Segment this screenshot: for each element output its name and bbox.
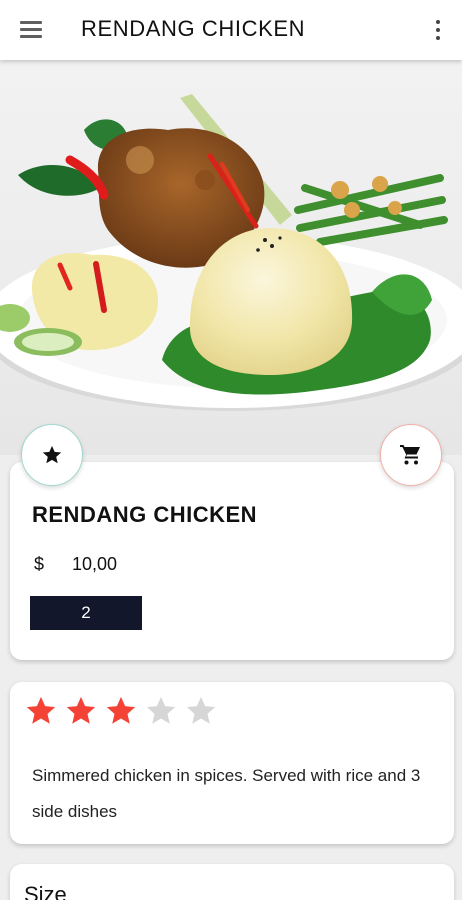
star-filled-icon[interactable] xyxy=(24,694,58,728)
size-label: Size xyxy=(24,882,67,900)
shopping-cart-icon xyxy=(400,445,420,465)
currency-symbol: $ xyxy=(34,554,45,574)
product-description: Simmered chicken in spices. Served with … xyxy=(32,766,421,821)
add-to-cart-button[interactable] xyxy=(380,424,442,486)
product-card: RENDANG CHICKEN $ 10,00 2 xyxy=(10,462,454,660)
star-empty-icon[interactable] xyxy=(184,694,218,728)
star-filled-icon[interactable] xyxy=(64,694,98,728)
page-title: RENDANG CHICKEN xyxy=(81,16,306,41)
more-vertical-icon[interactable] xyxy=(428,16,448,44)
quantity-selector[interactable]: 2 xyxy=(30,596,142,630)
product-image xyxy=(0,60,462,455)
star-icon xyxy=(42,445,62,464)
star-empty-icon[interactable] xyxy=(144,694,178,728)
star-filled-icon[interactable] xyxy=(104,694,138,728)
app-bar: RENDANG CHICKEN xyxy=(0,0,462,60)
size-card: Size xyxy=(10,864,454,900)
favorite-button[interactable] xyxy=(21,424,83,486)
price-value: 10,00 xyxy=(72,554,118,574)
description-card: Simmered chicken in spices. Served with … xyxy=(10,682,454,844)
hamburger-menu-icon[interactable] xyxy=(18,18,44,42)
price-row: $ 10,00 xyxy=(34,554,117,575)
rating-stars[interactable] xyxy=(24,694,218,728)
product-name: RENDANG CHICKEN xyxy=(32,502,258,527)
